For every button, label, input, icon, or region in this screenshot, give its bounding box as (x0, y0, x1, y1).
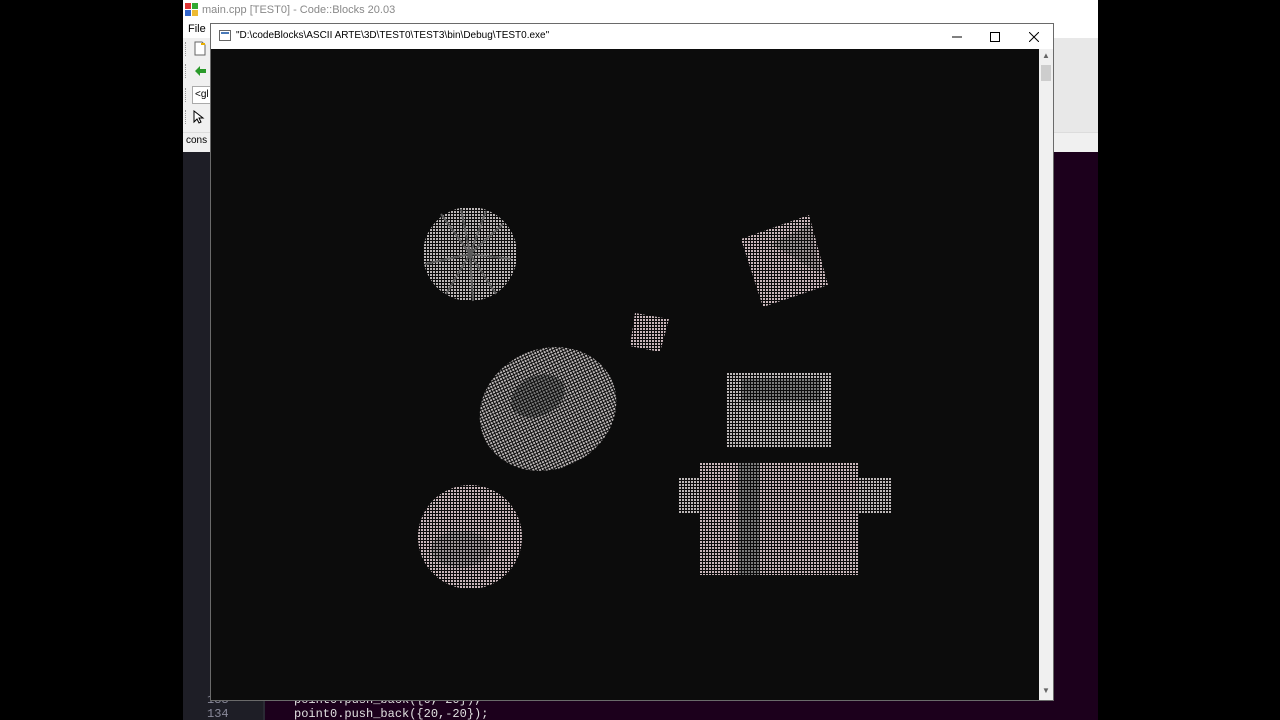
ascii-small-cube (630, 313, 669, 352)
toolbar-right-panel (1054, 38, 1098, 132)
scroll-down-icon[interactable]: ▼ (1039, 686, 1053, 698)
toolbar-row-3: <gl (183, 84, 214, 106)
console-window: "D:\codeBlocks\ASCII ARTE\3D\TEST0\TEST3… (210, 23, 1054, 701)
tab-main-cpp[interactable]: cons (186, 135, 207, 146)
toolbar-row-1 (183, 38, 213, 60)
ascii-sphere-bottom-left (418, 485, 522, 589)
ascii-robot-figure (679, 373, 891, 575)
toolbar-grip[interactable] (185, 110, 188, 124)
close-icon (1029, 31, 1039, 42)
minimize-icon (952, 36, 962, 37)
code-line[interactable]: point0.push_back({20,-20}); (294, 707, 488, 720)
codeblocks-titlebar: main.cpp [TEST0] - Code::Blocks 20.03 (183, 0, 1098, 20)
line-number: 134 (207, 707, 229, 720)
codeblocks-title: main.cpp [TEST0] - Code::Blocks 20.03 (202, 4, 396, 16)
menu-file[interactable]: File (188, 20, 206, 38)
ascii-cube-top-right (741, 215, 828, 307)
scope-dropdown-value: <gl (195, 89, 209, 100)
toolbar-row-4 (183, 106, 213, 128)
pointer-icon[interactable] (193, 110, 205, 124)
toolbar-row-2 (183, 60, 213, 82)
ascii-3d-render (418, 207, 891, 589)
ascii-torus (479, 347, 617, 471)
scroll-up-icon[interactable]: ▲ (1039, 51, 1053, 63)
maximize-button[interactable] (976, 24, 1014, 49)
console-output-area (211, 49, 1039, 700)
codeblocks-icon (185, 3, 198, 16)
new-file-icon[interactable] (193, 41, 207, 56)
console-app-icon (219, 30, 231, 41)
minimize-button[interactable] (938, 24, 976, 49)
console-title: "D:\codeBlocks\ASCII ARTE\3D\TEST0\TEST3… (236, 30, 550, 41)
back-arrow-icon[interactable] (193, 64, 207, 78)
maximize-icon (990, 31, 1000, 42)
toolbar-grip[interactable] (185, 88, 188, 102)
toolbar-grip[interactable] (185, 42, 188, 56)
close-button[interactable] (1015, 24, 1053, 49)
ascii-sphere-top-left (423, 207, 517, 302)
scrollbar-thumb[interactable] (1041, 65, 1051, 81)
console-titlebar[interactable]: "D:\codeBlocks\ASCII ARTE\3D\TEST0\TEST3… (211, 24, 1053, 49)
toolbar-grip[interactable] (185, 64, 188, 78)
vertical-scrollbar[interactable]: ▲ ▼ (1039, 49, 1053, 700)
